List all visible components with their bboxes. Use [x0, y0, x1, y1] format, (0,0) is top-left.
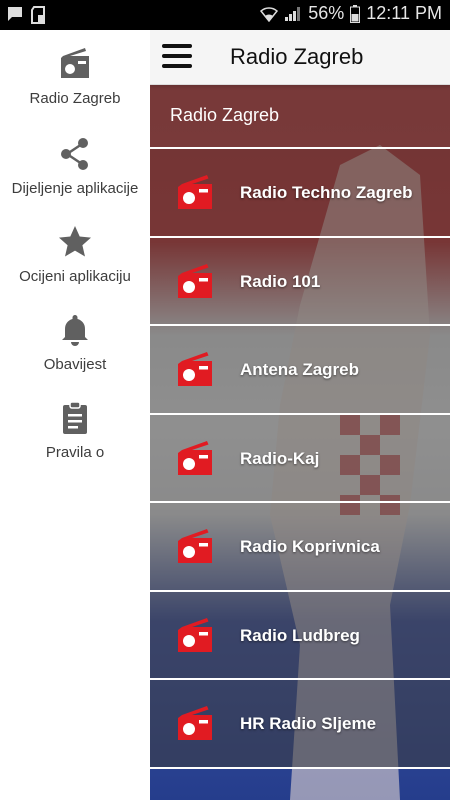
drawer-item-radio-zagreb[interactable]: Radio Zagreb — [0, 34, 150, 120]
drawer-item-rate[interactable]: Ocijeni aplikaciju — [0, 212, 150, 298]
station-label: Radio-Kaj — [240, 448, 320, 468]
radio-icon — [178, 175, 212, 209]
drawer-item-policy[interactable]: Pravila o — [0, 388, 150, 474]
station-label: Antena Zagreb — [240, 360, 360, 379]
page-title: Radio Zagreb — [230, 44, 364, 69]
list-header: Radio Zagreb — [150, 85, 450, 149]
battery-icon — [350, 4, 361, 23]
station-label: Radio Ludbreg — [240, 625, 360, 645]
station-label: Radio Techno Zagreb — [240, 183, 413, 202]
station-row[interactable]: HR Radio Sljeme — [150, 680, 450, 769]
battery-percent: 56% — [308, 3, 345, 23]
station-label: HR Radio Sljeme — [240, 714, 377, 733]
radio-icon — [178, 706, 212, 740]
signal-icon — [285, 6, 301, 21]
radio-icon — [178, 352, 212, 386]
station-label: Radio Koprivnica — [240, 537, 380, 556]
status-bar: 56% 12:11 PM — [0, 0, 450, 30]
radio-icon — [61, 48, 89, 78]
radio-icon — [178, 440, 212, 475]
main-content: Radio Zagreb Radio Zagreb Radio Techno Z… — [150, 30, 450, 800]
station-row[interactable]: Radio Ludbreg — [150, 591, 450, 680]
station-label: Radio 101 — [240, 271, 321, 291]
star-icon — [59, 226, 91, 257]
station-row[interactable]: Radio 101 — [150, 237, 450, 326]
drawer-item-label: Obavijest — [43, 356, 107, 373]
drawer-item-label: Dijeljenje aplikacije — [11, 180, 139, 197]
wifi-icon — [260, 6, 279, 22]
drawer-item-label: Radio Zagreb — [29, 90, 121, 107]
station-list: Radio Zagreb Radio Techno Zagreb Radio 10… — [150, 85, 450, 769]
clock: 12:11 PM — [366, 3, 442, 23]
app-toolbar: Radio Zagreb — [150, 30, 450, 85]
share-icon — [61, 138, 88, 170]
clipboard-icon — [63, 401, 87, 434]
station-row[interactable]: Radio Techno Zagreb — [150, 149, 450, 238]
station-row[interactable]: Antena Zagreb — [150, 326, 450, 415]
station-row[interactable]: Radio-Kaj — [150, 414, 450, 503]
drawer-item-notification[interactable]: Obavijest — [0, 300, 150, 386]
bell-icon — [62, 315, 88, 346]
hamburger-icon[interactable] — [162, 44, 192, 70]
drawer-item-label: Pravila o — [45, 444, 105, 461]
station-row[interactable]: Radio Koprivnica — [150, 503, 450, 592]
navigation-drawer: Radio Zagreb Dijeljenje aplikacije Ocije… — [0, 30, 150, 800]
radio-icon — [178, 617, 212, 652]
drawer-item-label: Ocijeni aplikaciju — [19, 268, 131, 285]
drawer-item-share[interactable]: Dijeljenje aplikacije — [0, 124, 150, 210]
sd-card-icon — [31, 6, 45, 24]
radio-icon — [178, 529, 212, 563]
radio-icon — [178, 263, 212, 298]
chat-icon — [8, 7, 22, 21]
